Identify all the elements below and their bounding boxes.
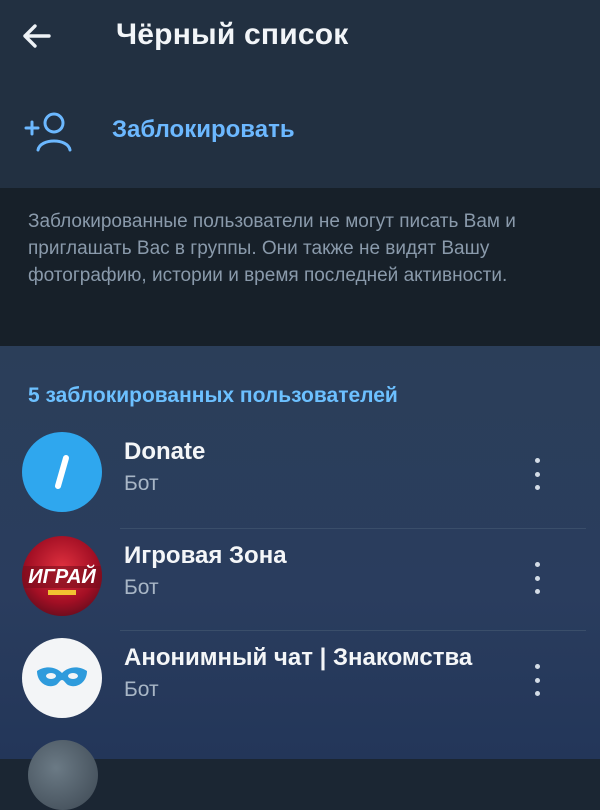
list-item-name: Анонимный чат | Знакомства [124,644,473,671]
mask-icon [37,667,87,687]
divider [120,630,586,631]
more-menu-button[interactable] [524,454,550,494]
list-item-name: Donate [124,438,206,465]
avatar [22,638,102,718]
list-item-game-zone[interactable]: ИГРАЙ Игровая Зона Бот [0,536,600,640]
more-dot [534,575,540,581]
blocked-users-list: 5 заблокированных пользователей Donate Б… [0,346,600,759]
block-user-label: Заблокировать [112,116,295,143]
list-item-name: Игровая Зона [124,542,287,569]
more-dots-icon [534,458,540,463]
avatar [22,432,102,512]
more-dots-icon [534,664,540,669]
more-menu-button[interactable] [524,660,550,700]
more-dot [534,485,540,490]
list-item-anonymous-chat[interactable]: Анонимный чат | Знакомства Бот [0,638,600,742]
info-box: Заблокированные пользователи не могут пи… [0,188,600,346]
back-button[interactable] [14,14,58,58]
info-text: Заблокированные пользователи не могут пи… [28,211,516,286]
more-dot [534,677,540,683]
add-user-icon [24,112,72,152]
list-item-donate[interactable]: Donate Бот [0,432,600,536]
slash-icon [55,455,69,489]
block-user-button[interactable]: Заблокировать [0,84,600,188]
list-item-subtitle: Бот [124,472,159,495]
arrow-left-icon [23,24,51,48]
divider [120,528,586,529]
game-logo-icon: ИГРАЙ [22,564,102,595]
more-dots-icon [534,562,540,567]
more-dot [534,589,540,594]
section-title: 5 заблокированных пользователей [28,384,398,407]
avatar [28,740,98,810]
more-dot [534,471,540,477]
list-item-subtitle: Бот [124,678,159,701]
avatar-logo-text: ИГРАЙ [28,564,96,588]
avatar: ИГРАЙ [22,536,102,616]
list-item-subtitle: Бот [124,576,159,599]
page-title: Чёрный список [116,18,349,51]
more-menu-button[interactable] [524,558,550,598]
more-dot [534,691,540,696]
header-bar: Чёрный список [0,0,600,84]
